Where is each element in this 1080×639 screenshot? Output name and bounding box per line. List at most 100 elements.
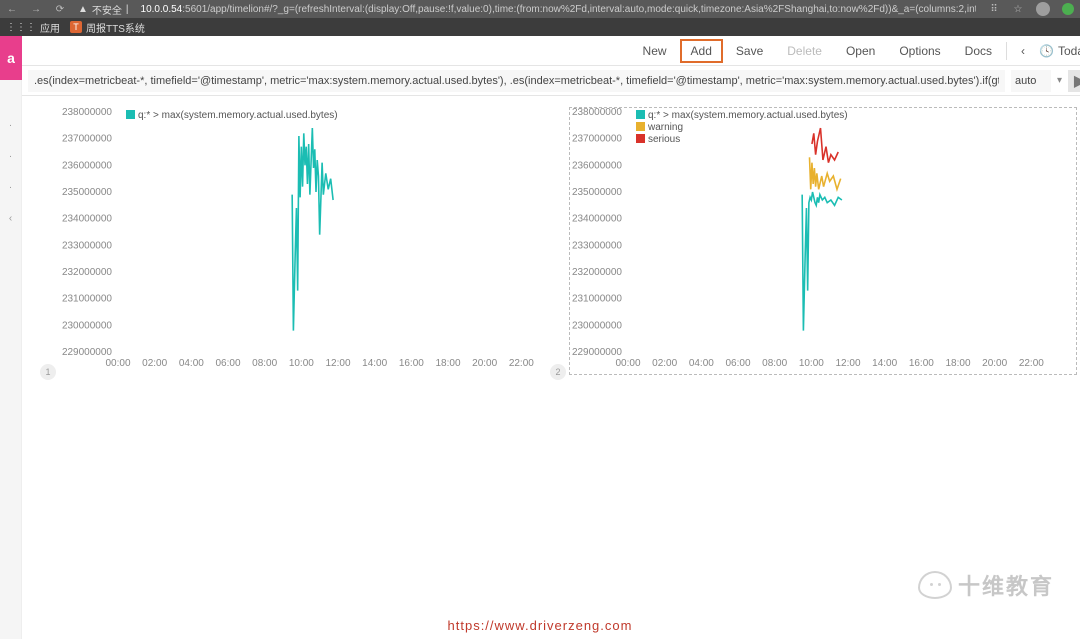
back-icon[interactable]: ← bbox=[6, 4, 18, 15]
svg-text:18:00: 18:00 bbox=[435, 358, 460, 369]
timelion-topbar: New Add Save Delete Open Options Docs ‹ … bbox=[22, 36, 1080, 66]
svg-text:00:00: 00:00 bbox=[105, 358, 130, 369]
timepicker-label: Today bbox=[1058, 44, 1080, 58]
user-avatar-icon[interactable] bbox=[1036, 2, 1050, 16]
interval-select[interactable] bbox=[1011, 70, 1051, 92]
svg-text:235000000: 235000000 bbox=[572, 187, 622, 198]
security-indicator[interactable]: ▲ 不安全 | bbox=[78, 2, 129, 17]
bookmark-tts-label: 周报TTS系统 bbox=[86, 20, 145, 35]
svg-text:235000000: 235000000 bbox=[62, 187, 112, 198]
svg-text:233000000: 233000000 bbox=[572, 240, 622, 251]
expression-input[interactable] bbox=[28, 70, 1005, 92]
footer-link[interactable]: https://www.driverzeng.com bbox=[0, 618, 1080, 633]
svg-text:20:00: 20:00 bbox=[472, 358, 497, 369]
add-button[interactable]: Add bbox=[681, 40, 722, 62]
delete-button: Delete bbox=[777, 40, 832, 62]
svg-text:08:00: 08:00 bbox=[762, 358, 787, 369]
expression-bar: ▾ ▶ bbox=[22, 66, 1080, 96]
url-host: 10.0.0.54 bbox=[141, 4, 183, 15]
charts-row: 1 22900000023000000023100000023200000023… bbox=[22, 96, 1080, 376]
svg-text:236000000: 236000000 bbox=[62, 160, 112, 171]
sidebar-icon-1[interactable]: · bbox=[9, 120, 12, 131]
options-button[interactable]: Options bbox=[889, 40, 950, 62]
svg-text:237000000: 237000000 bbox=[572, 134, 622, 145]
kibana-logo-icon[interactable]: a bbox=[0, 36, 22, 80]
apps-label: 应用 bbox=[40, 20, 60, 35]
clock-icon: 🕓 bbox=[1039, 44, 1054, 58]
svg-text:14:00: 14:00 bbox=[362, 358, 387, 369]
reload-icon[interactable]: ⟳ bbox=[54, 4, 66, 15]
svg-text:06:00: 06:00 bbox=[215, 358, 240, 369]
svg-text:02:00: 02:00 bbox=[142, 358, 167, 369]
open-button[interactable]: Open bbox=[836, 40, 885, 62]
svg-text:20:00: 20:00 bbox=[982, 358, 1007, 369]
svg-text:08:00: 08:00 bbox=[252, 358, 277, 369]
cell-index-badge: 2 bbox=[550, 364, 566, 380]
svg-text:229000000: 229000000 bbox=[572, 347, 622, 358]
svg-text:237000000: 237000000 bbox=[62, 134, 112, 145]
svg-text:22:00: 22:00 bbox=[509, 358, 534, 369]
svg-text:04:00: 04:00 bbox=[179, 358, 204, 369]
svg-text:234000000: 234000000 bbox=[62, 214, 112, 225]
url-text[interactable]: 10.0.0.54:5601/app/timelion#/?_g=(refres… bbox=[141, 4, 976, 15]
svg-text:04:00: 04:00 bbox=[689, 358, 714, 369]
bookmarks-bar: ⋮⋮⋮ 应用 T 周报TTS系统 bbox=[0, 18, 1080, 36]
svg-text:q:* > max(system.memory.actual: q:* > max(system.memory.actual.used.byte… bbox=[648, 110, 848, 121]
warning-icon: ▲ bbox=[78, 4, 88, 15]
svg-text:10:00: 10:00 bbox=[799, 358, 824, 369]
svg-text:229000000: 229000000 bbox=[62, 347, 112, 358]
bookmark-tts[interactable]: T 周报TTS系统 bbox=[70, 20, 145, 35]
sidebar-icon-2[interactable]: · bbox=[9, 151, 12, 162]
svg-text:238000000: 238000000 bbox=[572, 107, 622, 118]
svg-text:238000000: 238000000 bbox=[62, 107, 112, 118]
svg-text:serious: serious bbox=[648, 134, 680, 145]
chart-2: 2290000002300000002310000002320000002330… bbox=[568, 106, 1078, 376]
browser-address-bar: ← → ⟳ ▲ 不安全 | 10.0.0.54:5601/app/timelio… bbox=[0, 0, 1080, 18]
chart-cell-1[interactable]: 1 22900000023000000023100000023200000023… bbox=[58, 106, 568, 376]
play-icon: ▶ bbox=[1074, 71, 1080, 91]
separator: | bbox=[126, 4, 129, 15]
star-icon[interactable]: ☆ bbox=[1012, 4, 1024, 15]
svg-text:232000000: 232000000 bbox=[62, 267, 112, 278]
forward-icon[interactable]: → bbox=[30, 4, 42, 15]
svg-text:06:00: 06:00 bbox=[725, 358, 750, 369]
watermark: 十维教育 bbox=[918, 569, 1054, 601]
browser-menu-icon[interactable] bbox=[1062, 3, 1074, 15]
chart-cell-2[interactable]: 2 22900000023000000023100000023200000023… bbox=[568, 106, 1078, 376]
topbar-divider bbox=[1006, 42, 1007, 60]
sidebar-icon-4[interactable]: ‹ bbox=[9, 213, 12, 224]
svg-text:12:00: 12:00 bbox=[835, 358, 860, 369]
chart-1: 229000000 230000000 231000000 232000000 2330… bbox=[58, 106, 568, 376]
apps-button[interactable]: ⋮⋮⋮ 应用 bbox=[6, 20, 60, 35]
svg-text:12:00: 12:00 bbox=[325, 358, 350, 369]
svg-text:00:00: 00:00 bbox=[615, 358, 640, 369]
svg-text:230000000: 230000000 bbox=[62, 320, 112, 331]
apps-grid-icon: ⋮⋮⋮ bbox=[6, 22, 36, 33]
translate-icon[interactable]: ⠿ bbox=[988, 4, 1000, 15]
svg-text:16:00: 16:00 bbox=[909, 358, 934, 369]
new-button[interactable]: New bbox=[633, 40, 677, 62]
cell-index-badge: 1 bbox=[40, 364, 56, 380]
save-button[interactable]: Save bbox=[726, 40, 773, 62]
interval-caret-icon[interactable]: ▾ bbox=[1057, 75, 1062, 86]
run-button[interactable]: ▶ bbox=[1068, 70, 1080, 92]
sidebar-icon-3[interactable]: · bbox=[9, 182, 12, 193]
svg-text:22:00: 22:00 bbox=[1019, 358, 1044, 369]
svg-text:02:00: 02:00 bbox=[652, 358, 677, 369]
kibana-sidebar: a · · · ‹ bbox=[0, 36, 22, 639]
insecure-label: 不安全 bbox=[92, 2, 122, 17]
svg-text:14:00: 14:00 bbox=[872, 358, 897, 369]
timepicker-button[interactable]: 🕓 Today bbox=[1039, 44, 1080, 58]
time-prev-button[interactable]: ‹ bbox=[1011, 40, 1035, 62]
svg-text:16:00: 16:00 bbox=[399, 358, 424, 369]
svg-text:q:* > max(system.memory.actual: q:* > max(system.memory.actual.used.byte… bbox=[138, 110, 338, 121]
docs-button[interactable]: Docs bbox=[955, 40, 1002, 62]
bookmark-tts-icon: T bbox=[70, 21, 82, 33]
svg-text:18:00: 18:00 bbox=[945, 358, 970, 369]
svg-text:231000000: 231000000 bbox=[62, 294, 112, 305]
svg-text:warning: warning bbox=[647, 122, 683, 133]
watermark-icon bbox=[918, 571, 952, 599]
svg-text:233000000: 233000000 bbox=[62, 240, 112, 251]
watermark-text: 十维教育 bbox=[958, 569, 1054, 601]
svg-text:234000000: 234000000 bbox=[572, 214, 622, 225]
